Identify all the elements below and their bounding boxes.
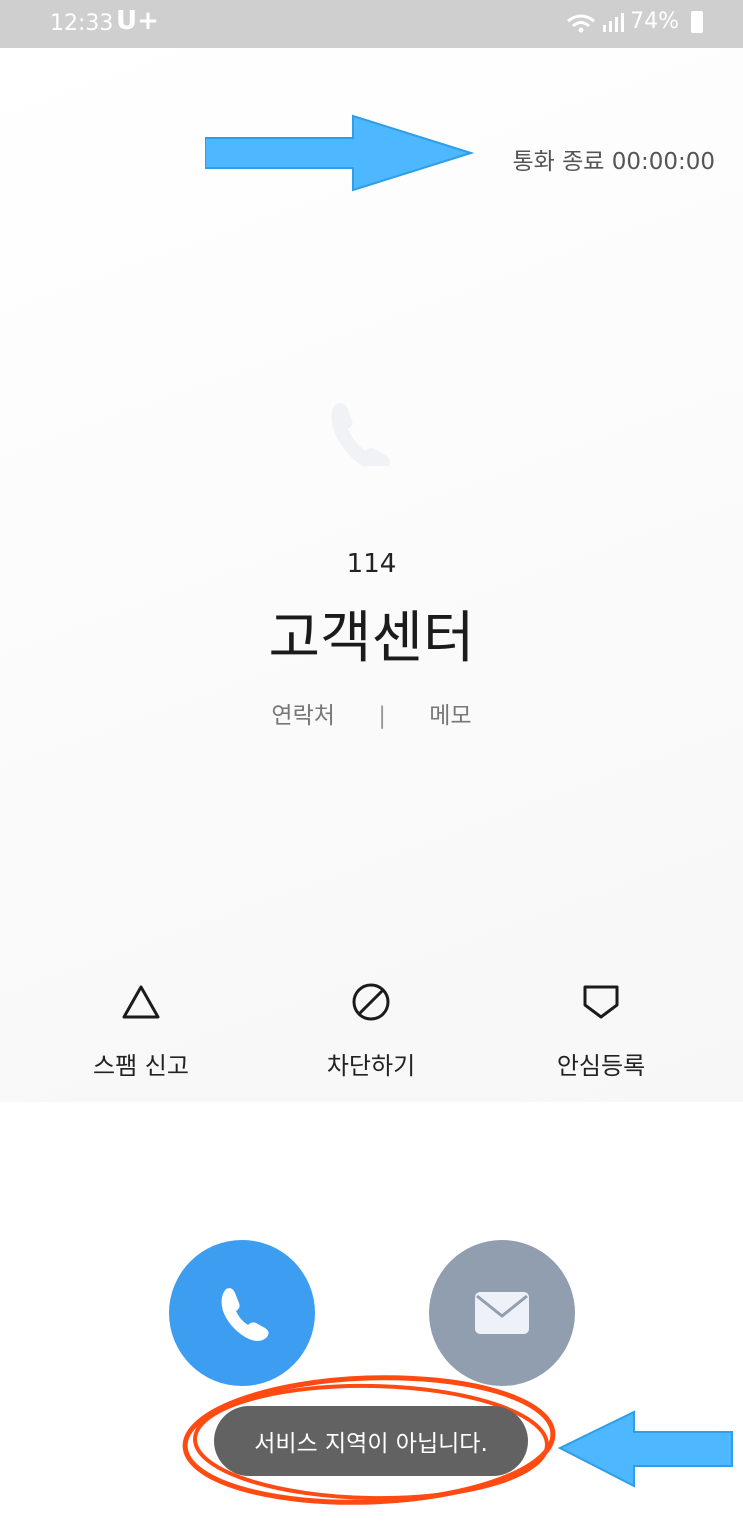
call-info-card: 통화 종료 00:00:00 114 고객센터 연락처 | 메모 스팸 신고 차… [0,48,743,1102]
wifi-calling-icon [567,14,596,32]
caller-name: 고객센터 [268,606,475,671]
safe-register-button[interactable]: 안심등록 [501,980,701,1081]
link-separator: | [378,703,386,729]
annotation-arrow-icon [205,114,475,192]
call-status-text: 통화 종료 00:00:00 [512,149,715,175]
caller-number: 114 [346,549,397,579]
annotation-arrow-icon [557,1410,733,1488]
block-label: 차단하기 [326,1052,416,1080]
envelope-icon [475,1292,529,1334]
memo-link[interactable]: 메모 [429,696,471,730]
phone-watermark-icon [331,402,390,466]
contact-links: 연락처 | 메모 [0,696,743,730]
warning-triangle-icon [122,985,160,1019]
shield-icon [583,985,619,1019]
battery-percent: 74% [630,9,679,34]
battery-icon [691,10,703,33]
spam-report-label: 스팸 신고 [93,1052,189,1080]
spam-report-button[interactable]: 스팸 신고 [41,980,241,1081]
status-icons: 74% [566,9,703,34]
block-icon [352,983,390,1021]
carrier-label: U+ [116,6,159,36]
contact-link[interactable]: 연락처 [271,696,334,730]
safe-register-label: 안심등록 [556,1052,646,1080]
status-time: 12:33 [50,11,114,36]
status-bar: 12:33 U+ 74% [0,0,743,48]
phone-icon [221,1288,269,1341]
toast-text: 서비스 지역이 아닙니다. [254,1431,488,1457]
block-button[interactable]: 차단하기 [271,980,471,1081]
signal-icon [603,12,625,32]
toast-message: 서비스 지역이 아닙니다. [214,1406,528,1476]
